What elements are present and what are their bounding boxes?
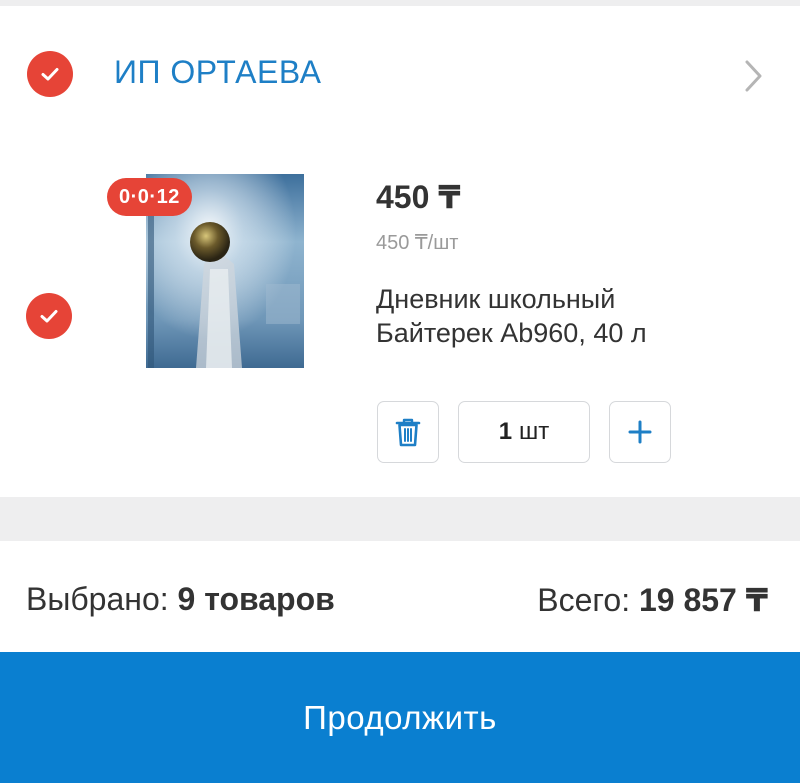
quantity-field[interactable]: 1 шт [458,401,590,463]
total-label: Всего: [537,582,631,618]
total-amount: Всего: 19 857 ₸ [537,581,768,619]
discount-timer-badge: 0·0·12 [107,178,192,216]
seller-name[interactable]: ИП ОРТАЕВА [114,54,321,91]
trash-icon [395,418,421,447]
selected-label: Выбрано: [26,581,169,617]
delete-button[interactable] [377,401,439,463]
item-unit-price: 450 ₸/шт [376,232,459,254]
chevron-right-icon[interactable] [738,56,768,96]
item-price: 450 ₸ [376,179,461,215]
selected-count: Выбрано: 9 товаров [26,581,335,618]
product-name-line-1: Дневник школьный [376,284,616,314]
section-divider [0,497,800,541]
check-circle-icon[interactable] [27,51,73,97]
plus-icon [628,420,652,444]
check-circle-icon[interactable] [26,293,72,339]
continue-button-label: Продолжить [303,698,497,736]
total-value: 19 857 ₸ [638,582,768,618]
product-name[interactable]: Дневник школьный Байтерек Ab960, 40 л [376,282,756,350]
seller-row[interactable]: ИП ОРТАЕВА [0,6,800,134]
product-name-line-2: Байтерек Ab960, 40 л [376,318,647,348]
quantity-unit: шт [519,418,550,445]
continue-button[interactable]: Продолжить [0,652,800,783]
increase-quantity-button[interactable] [609,401,671,463]
selected-value: 9 товаров [177,581,335,617]
quantity-value: 1 [498,418,513,445]
cart-summary: Выбрано: 9 товаров Всего: 19 857 ₸ [0,541,800,652]
